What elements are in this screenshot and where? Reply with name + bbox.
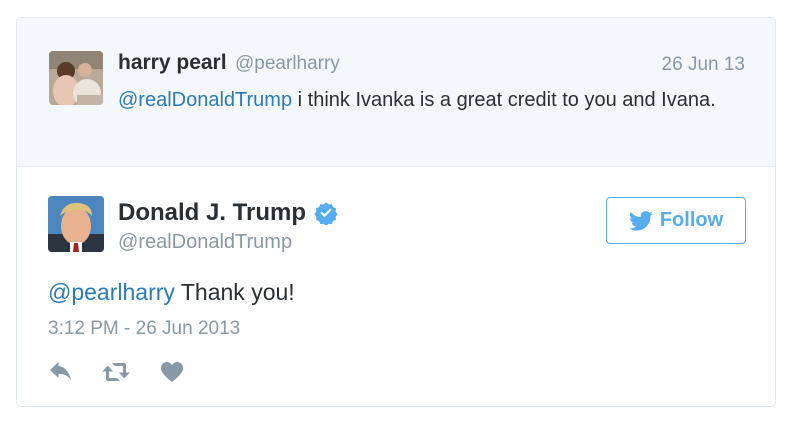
parent-tweet-body: i think Ivanka is a great credit to you … xyxy=(292,89,716,111)
main-author-name[interactable]: Donald J. Trump xyxy=(118,199,306,227)
main-avatar-image xyxy=(48,196,104,252)
retweet-icon[interactable] xyxy=(100,360,132,384)
embedded-tweet-card: harry pearl @pearlharry 26 Jun 13 @realD… xyxy=(16,17,776,407)
verified-badge-icon xyxy=(314,201,338,226)
parent-author-handle[interactable]: @pearlharry xyxy=(235,53,340,74)
like-icon[interactable] xyxy=(160,360,184,384)
follow-button[interactable]: Follow xyxy=(606,197,746,244)
main-tweet-text: @pearlharry Thank you! xyxy=(48,279,295,306)
reply-icon[interactable] xyxy=(48,360,74,384)
main-avatar[interactable] xyxy=(48,196,104,252)
parent-author: harry pearl @pearlharry xyxy=(118,51,340,75)
parent-author-name[interactable]: harry pearl xyxy=(118,51,227,74)
parent-tweet[interactable]: harry pearl @pearlharry 26 Jun 13 @realD… xyxy=(17,18,775,167)
parent-mention-link[interactable]: @realDonaldTrump xyxy=(118,89,292,111)
parent-tweet-date[interactable]: 26 Jun 13 xyxy=(662,54,745,76)
main-mention-link[interactable]: @pearlharry xyxy=(48,279,175,305)
parent-avatar-image xyxy=(49,51,103,105)
tweet-actions xyxy=(48,360,184,384)
parent-avatar[interactable] xyxy=(49,51,103,105)
main-tweet-body: Thank you! xyxy=(174,279,295,305)
main-author: Donald J. Trump xyxy=(118,199,338,227)
follow-label: Follow xyxy=(659,209,724,231)
twitter-bird-icon xyxy=(628,210,653,231)
parent-tweet-text: @realDonaldTrump i think Ivanka is a gre… xyxy=(118,84,718,116)
tweet-timestamp[interactable]: 3:12 PM - 26 Jun 2013 xyxy=(48,318,240,340)
main-author-handle[interactable]: @realDonaldTrump xyxy=(118,231,292,254)
